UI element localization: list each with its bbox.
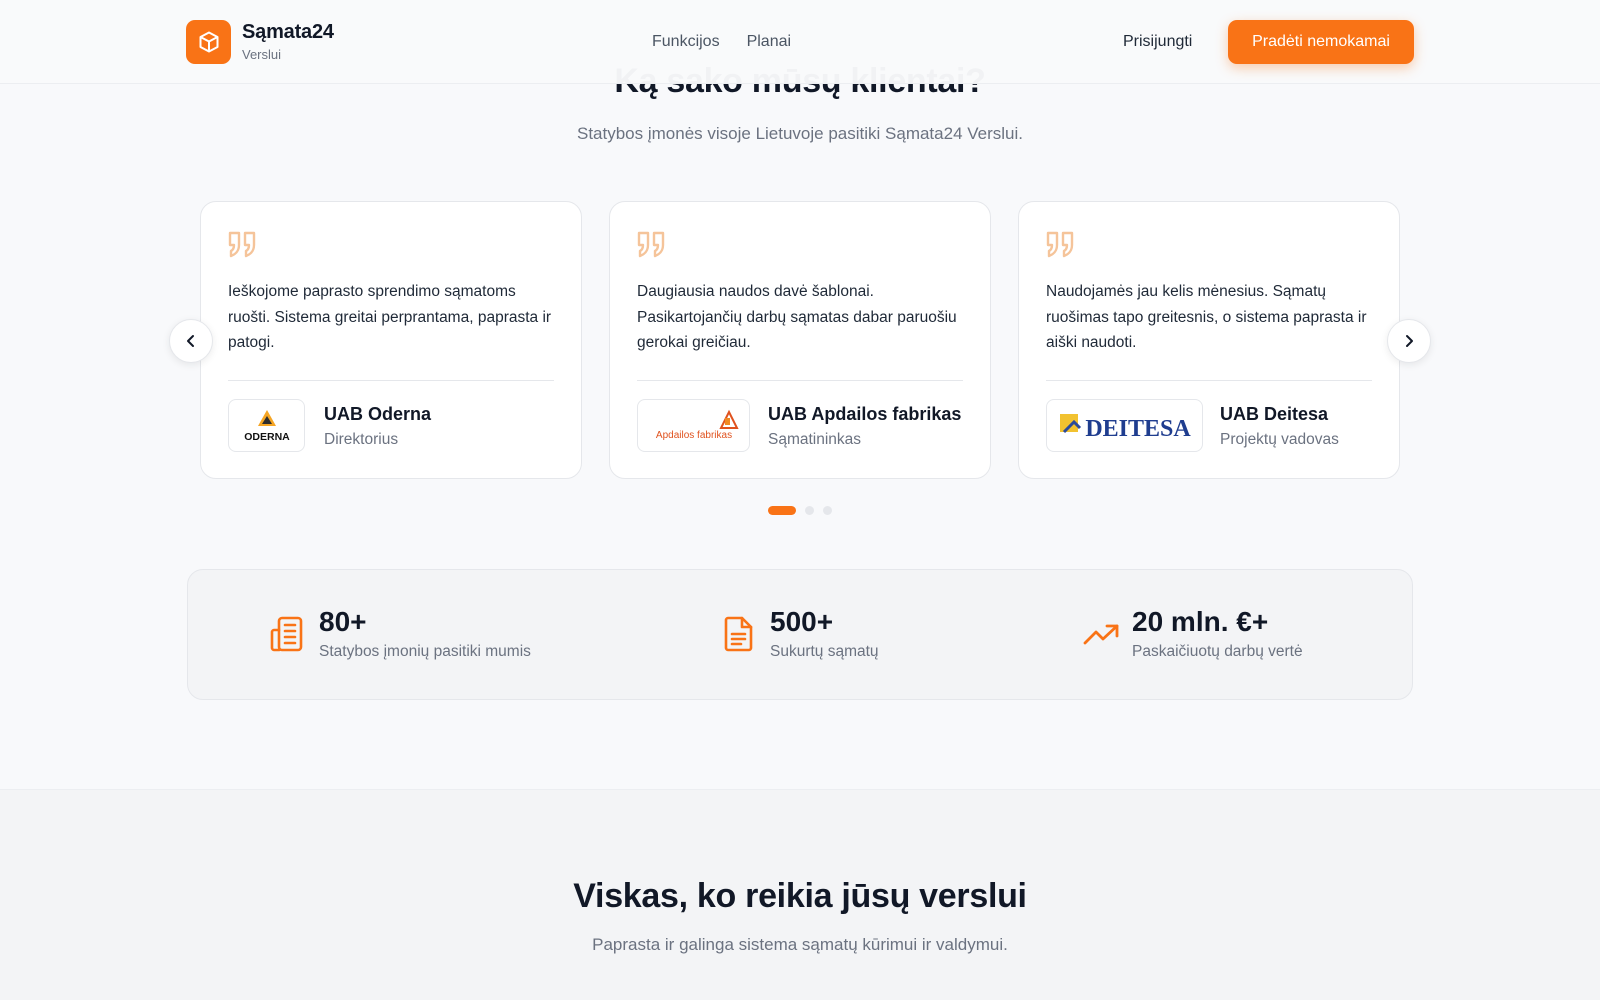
svg-text:Apdailos fabrikas: Apdailos fabrikas bbox=[655, 430, 731, 441]
carousel-dot-1[interactable] bbox=[768, 506, 796, 515]
carousel-pagination bbox=[768, 506, 832, 515]
trend-up-icon bbox=[1083, 624, 1119, 645]
nav-link-planai[interactable]: Planai bbox=[747, 33, 791, 51]
testimonial-quote: Ieškojome paprasto sprendimo sąmatoms ru… bbox=[228, 283, 552, 351]
svg-text:DEITESA: DEITESA bbox=[1085, 416, 1191, 442]
quote-icon bbox=[637, 231, 665, 258]
top-navbar: Sąmata24 Verslui Funkcijos Planai Prisij… bbox=[0, 0, 1600, 84]
document-icon bbox=[724, 616, 753, 652]
svg-text:ODERNA: ODERNA bbox=[244, 431, 290, 443]
card-divider bbox=[1046, 380, 1372, 381]
chevron-right-icon bbox=[1406, 335, 1413, 347]
brand-name: Sąmata24 bbox=[242, 21, 334, 43]
carousel-dot-2[interactable] bbox=[805, 506, 814, 515]
brand-logo[interactable]: Sąmata24 Verslui bbox=[186, 20, 334, 64]
features-subtitle: Paprasta ir galinga sistema sąmatų kūrim… bbox=[592, 935, 1008, 954]
carousel-next-button[interactable] bbox=[1387, 319, 1431, 363]
card-divider bbox=[637, 380, 963, 381]
company-logo-oderna: ODERNA bbox=[228, 399, 305, 452]
stat-value: 20 mln. €+ bbox=[1132, 606, 1269, 637]
stat-value: 80+ bbox=[319, 606, 367, 637]
stat-value: 500+ bbox=[770, 606, 834, 637]
company-logo-apdailos: Apdailos fabrikas bbox=[637, 399, 750, 452]
quote-icon bbox=[228, 231, 256, 258]
nav-link-funkcijos[interactable]: Funkcijos bbox=[652, 33, 720, 51]
quote-icon bbox=[1046, 231, 1074, 258]
testimonials-subtitle: Statybos įmonės visoje Lietuvoje pasitik… bbox=[576, 124, 1023, 143]
company-role: Sąmatininkas bbox=[768, 431, 862, 448]
testimonial-quote: Daugiausia naudos davė šablonai. Pasikar… bbox=[637, 283, 957, 351]
stat-label: Statybos įmonių pasitiki mumis bbox=[319, 643, 531, 660]
stats-panel: 80+ Statybos įmonių pasitiki mumis 500+ … bbox=[187, 569, 1413, 700]
features-title: Viskas, ko reikia jūsų verslui bbox=[573, 877, 1027, 915]
stat-label: Paskaičiuotų darbų vertė bbox=[1132, 643, 1303, 660]
stat-label: Sukurtų sąmatų bbox=[770, 643, 879, 660]
chevron-left-icon bbox=[187, 335, 194, 347]
carousel-prev-button[interactable] bbox=[169, 319, 213, 363]
company-role: Projektų vadovas bbox=[1220, 431, 1339, 448]
testimonial-card: Ieškojome paprasto sprendimo sąmatoms ru… bbox=[200, 201, 582, 479]
carousel-dot-3[interactable] bbox=[823, 506, 832, 515]
testimonial-quote: Naudojamės jau kelis mėnesius. Sąmatų ru… bbox=[1046, 283, 1367, 351]
testimonial-card: Naudojamės jau kelis mėnesius. Sąmatų ru… bbox=[1018, 201, 1400, 479]
company-role: Direktorius bbox=[324, 431, 399, 448]
testimonial-card: Daugiausia naudos davė šablonai. Pasikar… bbox=[609, 201, 991, 479]
main-nav: Funkcijos Planai bbox=[652, 0, 791, 84]
company-logo-deitesa: DEITESA bbox=[1046, 399, 1203, 452]
card-divider bbox=[228, 380, 554, 381]
company-name: UAB Deitesa bbox=[1220, 404, 1329, 424]
login-link[interactable]: Prisijungti bbox=[1123, 0, 1192, 84]
cube-icon bbox=[186, 20, 231, 64]
company-name: UAB Apdailos fabrikas bbox=[768, 404, 962, 424]
start-free-button[interactable]: Pradėti nemokamai bbox=[1228, 20, 1414, 64]
company-name: UAB Oderna bbox=[324, 404, 432, 424]
building-icon bbox=[270, 616, 303, 652]
brand-subtitle: Verslui bbox=[242, 47, 282, 62]
